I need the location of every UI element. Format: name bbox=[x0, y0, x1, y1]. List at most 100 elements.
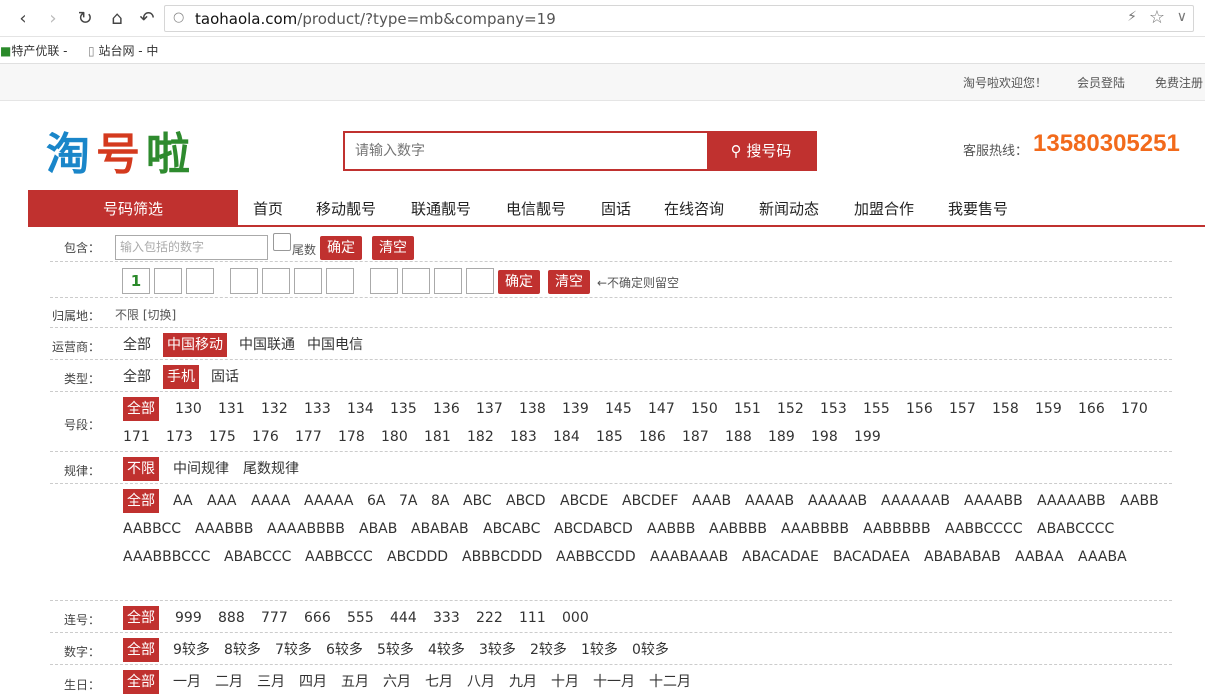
filter-option-birthday[interactable]: 十一月 bbox=[593, 670, 635, 694]
back-icon[interactable]: ‹ bbox=[12, 8, 34, 30]
filter-option-sequence[interactable]: 999 bbox=[175, 606, 202, 630]
filter-option-birthday[interactable]: 十月 bbox=[551, 670, 579, 694]
filter-option-prefix[interactable]: 166 bbox=[1078, 397, 1105, 421]
filter-option-type[interactable]: 全部 bbox=[123, 365, 151, 389]
nav-online-consult[interactable]: 在线咨询 bbox=[664, 198, 724, 219]
filter-option-digit_count[interactable]: 6较多 bbox=[326, 638, 363, 662]
filter-option-pattern_types[interactable]: AAABA bbox=[1078, 545, 1127, 569]
filter-option-digit_count[interactable]: 全部 bbox=[123, 638, 159, 662]
filter-option-sequence[interactable]: 333 bbox=[433, 606, 460, 630]
filter-option-pattern_types[interactable]: AAAAAAB bbox=[881, 489, 950, 513]
nav-home[interactable]: 首页 bbox=[253, 198, 283, 219]
reload-icon[interactable]: ↻ bbox=[74, 8, 96, 30]
filter-option-pattern_types[interactable]: AAAAAB bbox=[808, 489, 867, 513]
filter-option-carrier[interactable]: 中国联通 bbox=[239, 333, 295, 357]
filter-option-prefix[interactable]: 178 bbox=[338, 425, 365, 449]
filter-option-pattern[interactable]: 不限 bbox=[123, 457, 159, 481]
filter-option-pattern_types[interactable]: AABBB bbox=[647, 517, 695, 541]
contains-clear-button[interactable]: 清空 bbox=[372, 236, 414, 260]
filter-option-digit_count[interactable]: 8较多 bbox=[224, 638, 261, 662]
address-bar[interactable]: ○ taohaola.com/product/?type=mb&company=… bbox=[164, 5, 1194, 32]
filter-option-prefix[interactable]: 136 bbox=[433, 397, 460, 421]
filter-option-prefix[interactable]: 151 bbox=[734, 397, 761, 421]
filter-option-pattern_types[interactable]: ABBBCDDD bbox=[462, 545, 542, 569]
filter-option-prefix[interactable]: 184 bbox=[553, 425, 580, 449]
filter-option-digit_count[interactable]: 0较多 bbox=[632, 638, 669, 662]
filter-option-pattern_types[interactable]: AAAB bbox=[692, 489, 731, 513]
digits-confirm-button[interactable]: 确定 bbox=[498, 270, 540, 294]
filter-option-pattern_types[interactable]: ABC bbox=[463, 489, 492, 513]
filter-option-pattern_types[interactable]: AABBCC bbox=[123, 517, 181, 541]
digit-box-9[interactable] bbox=[402, 268, 430, 294]
search-input[interactable] bbox=[345, 133, 707, 169]
filter-option-type[interactable]: 固话 bbox=[211, 365, 239, 389]
filter-option-digit_count[interactable]: 5较多 bbox=[377, 638, 414, 662]
filter-option-pattern_types[interactable]: ABACADAE bbox=[742, 545, 819, 569]
digit-box-2[interactable] bbox=[154, 268, 182, 294]
filter-option-pattern_types[interactable]: ABABCCCC bbox=[1037, 517, 1114, 541]
number-filter-tab[interactable]: 号码筛选 bbox=[28, 190, 238, 227]
filter-option-pattern_types[interactable]: AA bbox=[173, 489, 193, 513]
filter-option-sequence[interactable]: 444 bbox=[390, 606, 417, 630]
nav-telecom-numbers[interactable]: 电信靓号 bbox=[506, 198, 566, 219]
filter-option-prefix[interactable]: 181 bbox=[424, 425, 451, 449]
tail-checkbox[interactable] bbox=[273, 233, 291, 251]
filter-option-sequence[interactable]: 555 bbox=[347, 606, 374, 630]
filter-option-pattern_types[interactable]: ABCABC bbox=[483, 517, 540, 541]
filter-option-prefix[interactable]: 171 bbox=[123, 425, 150, 449]
filter-option-prefix[interactable]: 131 bbox=[218, 397, 245, 421]
filter-option-pattern_types[interactable]: ABCDDD bbox=[387, 545, 448, 569]
digit-box-5[interactable] bbox=[262, 268, 290, 294]
filter-option-pattern[interactable]: 尾数规律 bbox=[243, 457, 299, 481]
filter-option-prefix[interactable]: 173 bbox=[166, 425, 193, 449]
filter-option-prefix[interactable]: 182 bbox=[467, 425, 494, 449]
digit-box-1[interactable]: 1 bbox=[122, 268, 150, 294]
filter-option-sequence[interactable]: 222 bbox=[476, 606, 503, 630]
filter-option-prefix[interactable]: 147 bbox=[648, 397, 675, 421]
filter-option-prefix[interactable]: 183 bbox=[510, 425, 537, 449]
filter-option-pattern_types[interactable]: ABCDE bbox=[560, 489, 608, 513]
filter-option-pattern_types[interactable]: ABAB bbox=[359, 517, 397, 541]
bookmark-item[interactable]: ■特产优联 - bbox=[0, 42, 68, 59]
digit-box-6[interactable] bbox=[294, 268, 322, 294]
filter-option-birthday[interactable]: 十二月 bbox=[649, 670, 691, 694]
filter-option-digit_count[interactable]: 4较多 bbox=[428, 638, 465, 662]
filter-option-pattern_types[interactable]: AAAABBBB bbox=[267, 517, 345, 541]
filter-option-prefix[interactable]: 177 bbox=[295, 425, 322, 449]
chevron-down-icon[interactable]: ∨ bbox=[1177, 9, 1187, 25]
filter-option-carrier[interactable]: 中国移动 bbox=[163, 333, 227, 357]
filter-option-carrier[interactable]: 全部 bbox=[123, 333, 151, 357]
filter-option-birthday[interactable]: 七月 bbox=[425, 670, 453, 694]
filter-option-digit_count[interactable]: 1较多 bbox=[581, 638, 618, 662]
nav-news[interactable]: 新闻动态 bbox=[759, 198, 819, 219]
filter-option-pattern_types[interactable]: AAAAABB bbox=[1037, 489, 1106, 513]
filter-option-pattern_types[interactable]: ABABCCC bbox=[224, 545, 291, 569]
filter-option-type[interactable]: 手机 bbox=[163, 365, 199, 389]
undo-icon[interactable]: ↶ bbox=[136, 8, 158, 30]
filter-option-pattern_types[interactable]: 7A bbox=[399, 489, 417, 513]
digits-clear-button[interactable]: 清空 bbox=[548, 270, 590, 294]
filter-option-pattern_types[interactable]: AAAA bbox=[251, 489, 290, 513]
filter-option-sequence[interactable]: 111 bbox=[519, 606, 546, 630]
filter-option-carrier[interactable]: 中国电信 bbox=[307, 333, 363, 357]
filter-option-prefix[interactable]: 186 bbox=[639, 425, 666, 449]
filter-option-pattern_types[interactable]: 6A bbox=[367, 489, 385, 513]
digit-box-11[interactable] bbox=[466, 268, 494, 294]
filter-option-prefix[interactable]: 138 bbox=[519, 397, 546, 421]
filter-option-pattern[interactable]: 中间规律 bbox=[173, 457, 229, 481]
filter-option-pattern_types[interactable]: ABCDABCD bbox=[554, 517, 633, 541]
filter-option-prefix[interactable]: 188 bbox=[725, 425, 752, 449]
filter-option-pattern_types[interactable]: AAABAAAB bbox=[650, 545, 728, 569]
filter-option-birthday[interactable]: 全部 bbox=[123, 670, 159, 694]
nav-sell-number[interactable]: 我要售号 bbox=[948, 198, 1008, 219]
nav-landline[interactable]: 固话 bbox=[601, 198, 631, 219]
filter-option-prefix[interactable]: 158 bbox=[992, 397, 1019, 421]
filter-option-prefix[interactable]: 198 bbox=[811, 425, 838, 449]
filter-option-prefix[interactable]: 176 bbox=[252, 425, 279, 449]
filter-option-pattern_types[interactable]: AAABBBB bbox=[781, 517, 849, 541]
filter-option-prefix[interactable]: 全部 bbox=[123, 397, 159, 421]
filter-option-prefix[interactable]: 139 bbox=[562, 397, 589, 421]
filter-option-prefix[interactable]: 156 bbox=[906, 397, 933, 421]
contains-input[interactable]: 输入包括的数字 bbox=[115, 235, 268, 260]
login-link[interactable]: 会员登陆 bbox=[1077, 74, 1125, 91]
